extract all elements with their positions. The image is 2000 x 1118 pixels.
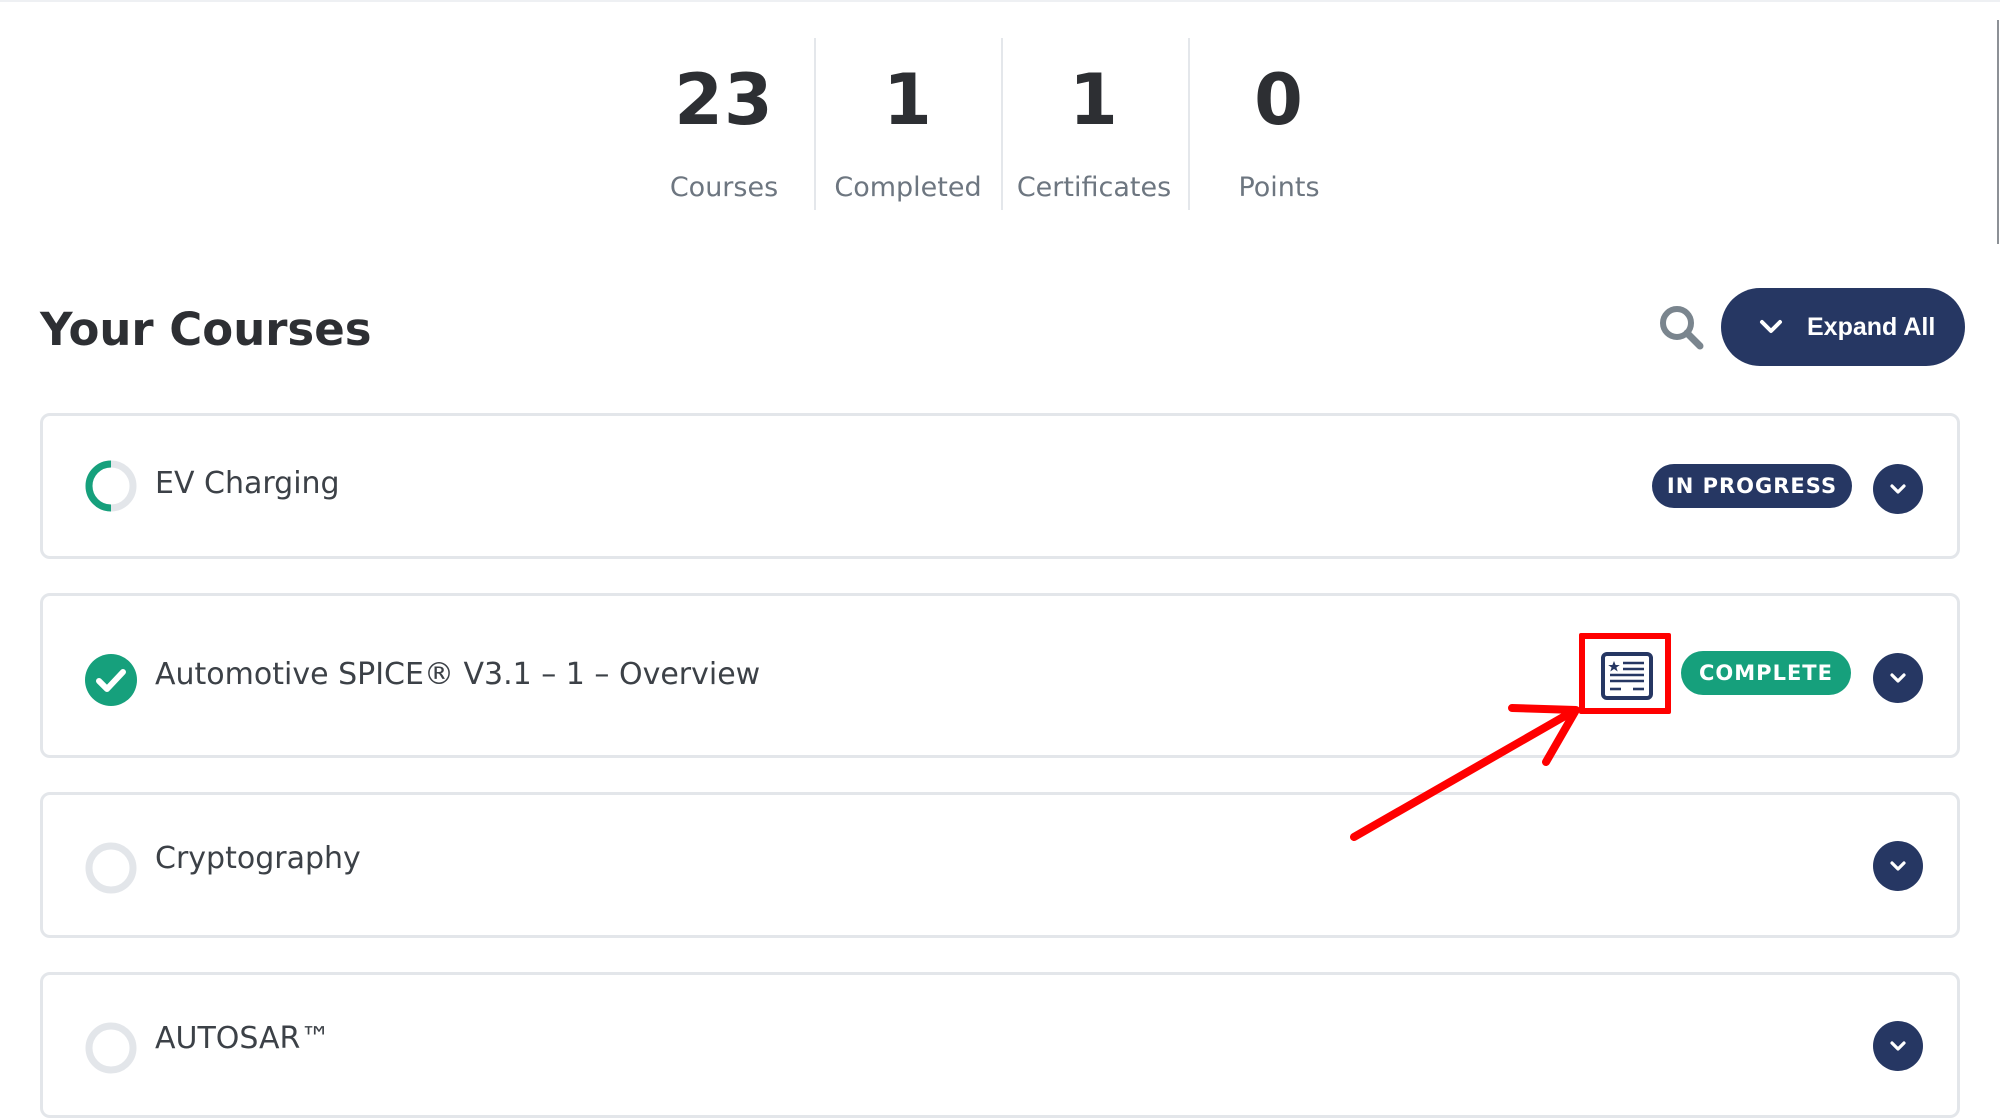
search-icon [1660,306,1704,350]
stat-courses: 23 Courses [652,38,796,210]
page-title: Your Courses [40,303,372,356]
course-title[interactable]: EV Charging [155,464,340,504]
search-button[interactable] [1656,302,1708,354]
status-badge: IN PROGRESS [1652,464,1852,508]
check-circle-icon [85,654,137,706]
expand-course-button[interactable] [1873,653,1923,703]
course-title[interactable]: Automotive SPICE® V3.1 – 1 – Overview [155,655,760,695]
stats-bar: 23 Courses 1 Completed 1 Certificates 0 … [0,38,2000,210]
top-divider [0,0,2000,2]
expand-all-label: Expand All [1807,312,1936,341]
chevron-down-icon [1760,320,1782,333]
stat-label: Courses [669,172,779,203]
stat-label: Certificates [1016,172,1172,203]
course-row-autosar[interactable]: AUTOSAR™ [40,972,1960,1118]
course-row-automotive-spice[interactable]: Automotive SPICE® V3.1 – 1 – Overview CO… [40,593,1960,758]
expand-course-button[interactable] [1873,841,1923,891]
expand-all-button[interactable]: Expand All [1721,288,1965,366]
chevron-down-icon [1890,861,1906,871]
course-row-ev-charging[interactable]: EV Charging IN PROGRESS [40,413,1960,559]
expand-course-button[interactable] [1873,464,1923,514]
empty-ring-icon [85,842,137,894]
course-title[interactable]: AUTOSAR™ [155,1019,330,1059]
stat-value: 1 [883,59,933,141]
stat-completed: 1 Completed [822,38,994,210]
expand-course-button[interactable] [1873,1021,1923,1071]
stat-divider [814,38,816,210]
status-badge: COMPLETE [1681,651,1851,695]
stat-points: 0 Points [1200,38,1358,210]
chevron-down-icon [1890,673,1906,683]
progress-ring-icon [85,460,137,512]
course-row-cryptography[interactable]: Cryptography [40,792,1960,938]
stat-label: Points [1238,172,1320,203]
stat-value: 1 [1069,59,1119,141]
stat-label: Completed [834,172,982,203]
stat-value: 23 [674,59,774,141]
chevron-down-icon [1890,1041,1906,1051]
empty-ring-icon [85,1022,137,1074]
stat-divider [1001,38,1003,210]
stat-certificates: 1 Certificates [1008,38,1180,210]
chevron-down-icon [1890,484,1906,494]
stat-divider [1188,38,1190,210]
annotation-arrow-icon [1350,704,1580,841]
course-title[interactable]: Cryptography [155,839,361,879]
stat-value: 0 [1254,59,1304,141]
